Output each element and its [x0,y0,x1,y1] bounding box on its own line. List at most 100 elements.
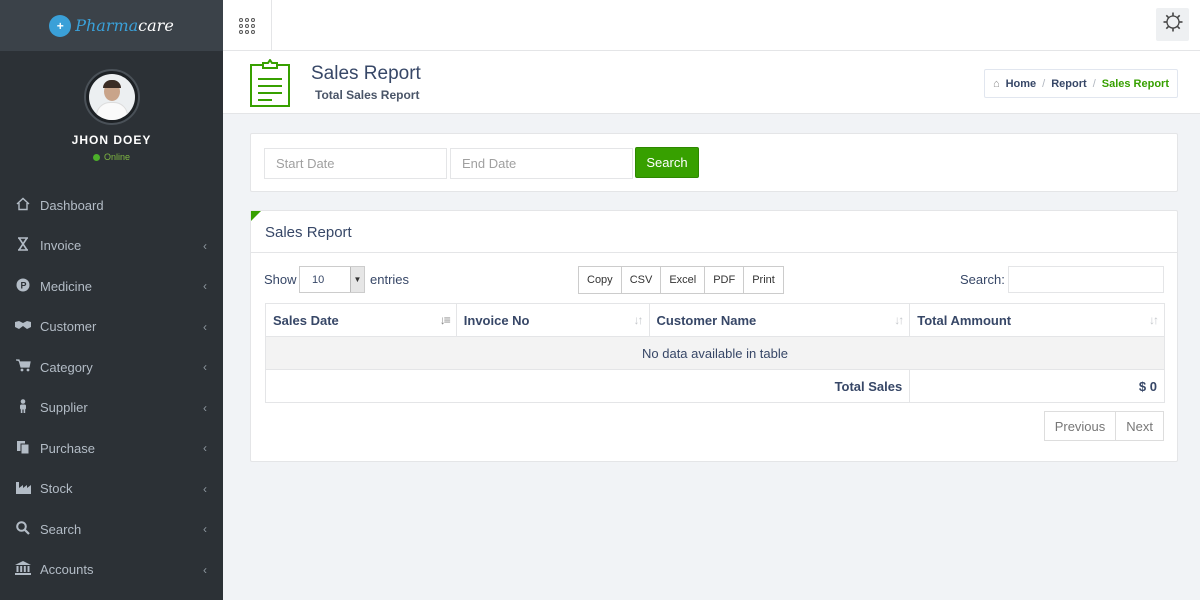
sales-report-panel: Sales Report Show 10 ▼ entries Copy CSV … [250,210,1178,462]
sidebar-item-category[interactable]: Category ‹ [0,347,223,388]
sidebar-item-supplier[interactable]: Supplier ‹ [0,388,223,429]
page-title: Sales Report [311,63,421,84]
sidebar-item-purchase[interactable]: Purchase ‹ [0,428,223,469]
sidebar-item-label: Customer [40,319,97,335]
chevron-left-icon: ‹ [203,562,207,577]
sidebar-item-search[interactable]: Search ‹ [0,509,223,550]
sidebar-item-label: Dashboard [40,197,104,213]
user-name: JHON DOEY [71,133,152,147]
logo-text-part2: care [138,16,174,35]
sort-icon: ↓↑ [894,313,904,327]
csv-button[interactable]: CSV [621,266,662,294]
factory-icon [13,481,33,497]
print-button[interactable]: Print [744,266,784,294]
logo-text-part1: Pharma [75,16,139,35]
copy-button[interactable]: Copy [578,266,622,294]
panel-corner-marker [251,211,261,221]
sidebar-item-label: Invoice [40,238,82,254]
page-header: Sales Report Total Sales Report ⌂ Home /… [223,51,1200,114]
user-status-label: Online [103,152,130,162]
entries-label: entries [370,272,410,287]
chevron-down-icon: ▼ [350,267,364,292]
sidebar: + Pharmacare JHON DOEY Online Dashboard [0,0,223,600]
gear-icon [1162,11,1184,38]
sidebar-item-customer[interactable]: Customer ‹ [0,307,223,348]
hourglass-icon [13,237,33,254]
online-dot-icon [92,153,100,161]
column-header-total-amount[interactable]: Total Ammount ↓↑ [909,303,1165,337]
column-header-invoice-no[interactable]: Invoice No ↓↑ [455,303,650,337]
home-icon: ⌂ [992,77,1000,90]
chevron-left-icon: ‹ [203,400,207,415]
home-icon [13,197,33,214]
settings-button[interactable] [1156,8,1189,41]
total-sales-label: Total Sales [264,369,911,403]
panel-title: Sales Report [265,224,352,241]
breadcrumb-current: Sales Report [1101,77,1169,90]
table-footer-row: Total Sales $ 0 [264,369,1165,403]
bank-icon [13,561,33,578]
next-page-button[interactable]: Next [1116,411,1164,441]
column-header-sales-date[interactable]: Sales Date ↓≡ [265,303,457,337]
sidebar-item-label: Stock [40,481,73,497]
date-filter-panel: Search [250,133,1178,192]
breadcrumb: ⌂ Home / Report / Sales Report [983,69,1178,98]
table-search-input[interactable] [1008,266,1164,293]
sidebar-item-label: Search [40,521,82,537]
table-search-label: Search: [960,272,1005,287]
end-date-input[interactable] [450,148,633,179]
pagination: Previous Next [1043,411,1164,441]
total-sales-value: $ 0 [909,369,1165,403]
sidebar-item-stock[interactable]: Stock ‹ [0,469,223,510]
chevron-left-icon: ‹ [203,481,207,496]
sidebar-item-label: Purchase [40,440,95,456]
sales-table: Sales Date ↓≡ Invoice No ↓↑ Customer Nam… [264,303,1165,403]
sidebar-item-label: Medicine [40,278,93,294]
sidebar-item-invoice[interactable]: Invoice ‹ [0,226,223,267]
divider [251,252,1177,253]
sidebar-item-medicine[interactable]: P Medicine ‹ [0,266,223,307]
sidebar-item-label: Supplier [40,400,88,416]
user-status: Online [0,152,223,162]
breadcrumb-separator: / [1042,77,1046,90]
breadcrumb-home[interactable]: Home [1006,78,1037,90]
table-header-row: Sales Date ↓≡ Invoice No ↓↑ Customer Nam… [265,303,1165,337]
sidebar-item-dashboard[interactable]: Dashboard [0,185,223,226]
excel-button[interactable]: Excel [661,266,706,294]
person-icon [13,399,33,416]
empty-table-message: No data available in table [265,336,1165,370]
grid-icon [239,17,255,34]
pharmacy-icon: P [13,278,33,295]
chevron-left-icon: ‹ [203,238,207,253]
export-buttons: Copy CSV Excel PDF Print [578,266,784,294]
entries-select[interactable]: 10 ▼ [299,266,365,293]
sidebar-item-label: Accounts [40,562,94,578]
top-bar [223,0,1200,51]
chevron-left-icon: ‹ [203,279,207,293]
copy-icon [13,440,33,457]
page-subtitle: Total Sales Report [315,88,420,102]
avatar[interactable] [83,69,140,125]
logo[interactable]: + Pharmacare [0,0,223,51]
sidebar-menu: Dashboard Invoice ‹ P Medicine ‹ Custome… [0,185,223,590]
table-row: No data available in table [265,336,1165,370]
menu-toggle-button[interactable] [223,0,272,51]
column-header-customer-name[interactable]: Customer Name ↓↑ [648,303,911,337]
start-date-input[interactable] [264,148,447,179]
search-button[interactable]: Search [635,147,699,178]
search-icon [13,520,33,538]
sidebar-item-label: Category [40,359,93,375]
cart-icon [13,359,33,375]
chevron-left-icon: ‹ [203,319,207,334]
chevron-left-icon: ‹ [203,360,207,374]
sort-icon: ↓↑ [1149,313,1159,327]
handshake-icon [13,319,33,334]
pdf-button[interactable]: PDF [705,266,745,294]
clipboard-icon [250,58,290,107]
chevron-left-icon: ‹ [203,441,207,455]
sort-asc-icon: ↓≡ [439,313,451,327]
breadcrumb-report[interactable]: Report [1051,78,1086,90]
breadcrumb-separator: / [1092,77,1096,90]
sidebar-item-accounts[interactable]: Accounts ‹ [0,550,223,591]
previous-page-button[interactable]: Previous [1043,411,1117,441]
